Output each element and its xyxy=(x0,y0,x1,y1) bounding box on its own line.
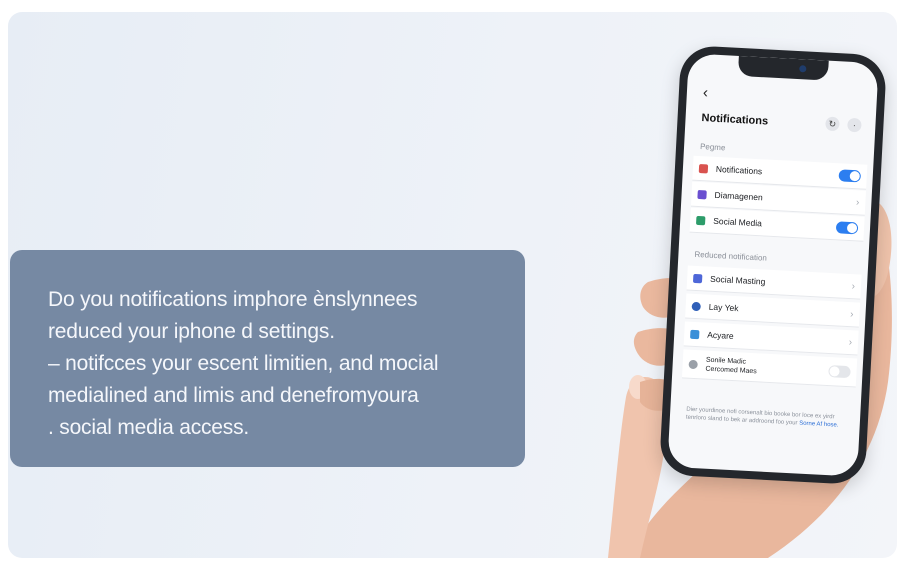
phone-notch xyxy=(737,55,829,81)
caption-line: . social media access. xyxy=(48,416,250,439)
app-icon xyxy=(690,329,700,339)
back-chevron-icon[interactable]: ‹ xyxy=(702,84,708,101)
row-label: Sonile Madic Cercomed Maes xyxy=(705,356,829,380)
caption-line: – notifcces your escent limitien, and mo… xyxy=(48,352,439,375)
camera-icon xyxy=(799,65,807,73)
chevron-right-icon: › xyxy=(849,308,854,320)
chevron-right-icon: › xyxy=(855,196,860,208)
row-label: Social Masting xyxy=(709,273,766,287)
row-label: Diamagenen xyxy=(714,189,763,203)
caption-line: Do you notifications imphore ènslynnees xyxy=(48,288,418,311)
section-label: Reduced notification xyxy=(694,249,768,263)
notifications-toggle[interactable] xyxy=(838,169,862,183)
circle-icon xyxy=(688,359,698,369)
grid-icon xyxy=(697,189,707,199)
image-frame: Do you notifications imphore ènslynnees … xyxy=(8,12,897,558)
message-icon xyxy=(692,273,703,283)
settings-row-sonile-madic[interactable]: Sonile Madic Cercomed Maes xyxy=(681,349,858,388)
footer-note: Dier yourdinoe nofi corsenalt bio booke … xyxy=(686,406,847,430)
chevron-right-icon: › xyxy=(848,336,853,348)
info-icon[interactable]: · xyxy=(847,117,862,133)
caption-box: Do you notifications imphore ènslynnees … xyxy=(10,250,525,467)
caption-line: reduced your iphone d settings. xyxy=(48,320,335,343)
phone-screen: ‹ Notifications ↻ · Pegme Notifications … xyxy=(667,53,879,477)
refresh-icon[interactable]: ↻ xyxy=(825,116,840,132)
row-label: Lay Yek xyxy=(708,301,739,314)
section-label: Pegme xyxy=(699,142,726,153)
shield-icon xyxy=(698,163,709,173)
row-label: Notifications xyxy=(715,163,763,177)
social-icon xyxy=(696,215,706,225)
row-label-line2: Cercomed Maes xyxy=(705,365,757,376)
chevron-right-icon: › xyxy=(851,280,856,292)
row-label-line1: Sonile Madic xyxy=(705,356,747,366)
row-label: Social Media xyxy=(712,215,763,229)
screen-title: Notifications xyxy=(701,112,769,128)
caption-line: medialined and limis and denefromyoura xyxy=(48,384,419,407)
smartphone: ‹ Notifications ↻ · Pegme Notifications … xyxy=(658,44,888,486)
social-media-toggle[interactable] xyxy=(835,221,859,235)
sonile-madic-toggle[interactable] xyxy=(828,365,851,379)
footer-link[interactable]: Sorne Af hose. xyxy=(799,421,839,429)
nav-actions: ↻ · xyxy=(825,116,862,133)
facebook-icon xyxy=(691,301,701,311)
caption-text: Do you notifications imphore ènslynnees … xyxy=(48,284,518,444)
row-label: Acyare xyxy=(707,329,734,342)
